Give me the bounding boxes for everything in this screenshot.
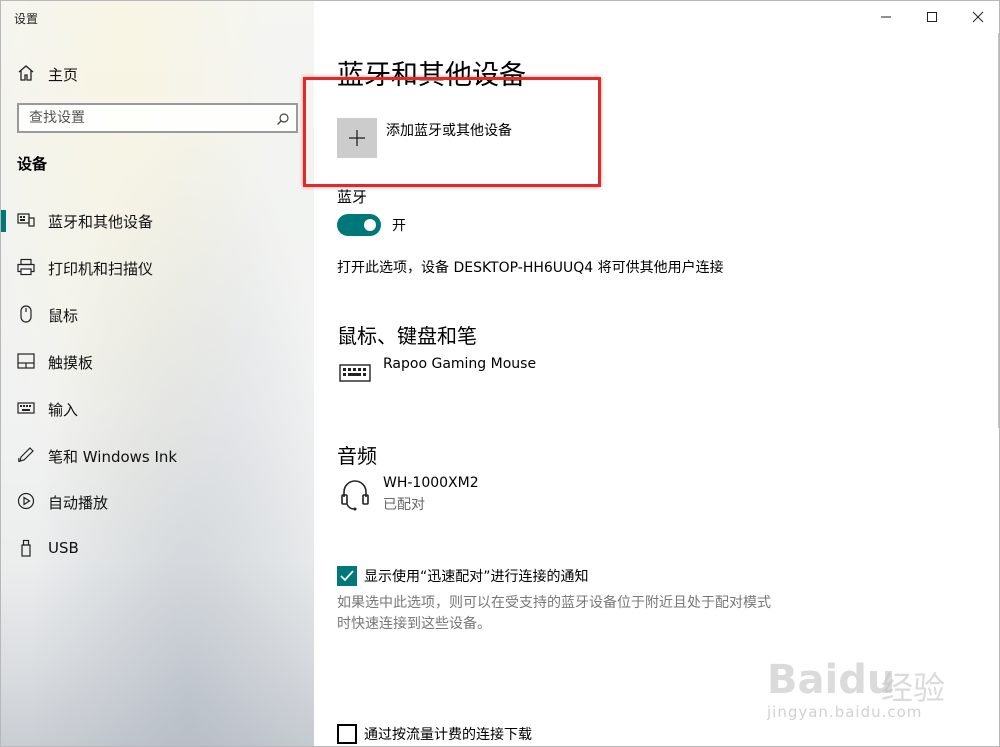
- page-title: 蓝牙和其他设备: [337, 60, 526, 91]
- search-input[interactable]: [19, 105, 269, 131]
- search-icon[interactable]: [276, 111, 290, 125]
- selection-indicator: [1, 210, 6, 232]
- sidebar-item-pen[interactable]: 笔和 Windows Ink: [1, 436, 314, 476]
- sidebar-item-label: 笔和 Windows Ink: [48, 448, 178, 466]
- minimize-button[interactable]: [863, 1, 909, 33]
- sidebar-item-label: 触摸板: [48, 354, 94, 372]
- close-button[interactable]: [955, 1, 999, 33]
- autoplay-icon: [17, 492, 35, 510]
- bluetooth-description: 打开此选项，设备 DESKTOP-HH6UUQ4 将可供其他用户连接: [337, 260, 724, 276]
- close-icon: [972, 11, 984, 23]
- bluetooth-devices-icon: [17, 211, 35, 229]
- pen-icon: [17, 446, 35, 464]
- home-icon: [17, 64, 35, 82]
- settings-window: 设置 主页 设备 蓝牙和其他设备 打印机和扫描仪: [0, 0, 1000, 747]
- section-title: 设备: [17, 155, 48, 173]
- touchpad-icon: [17, 352, 35, 370]
- device-name: Rapoo Gaming Mouse: [383, 356, 537, 372]
- mouse-icon: [17, 305, 35, 323]
- sidebar-item-label: 打印机和扫描仪: [48, 260, 154, 278]
- keyboard-icon: [17, 399, 35, 417]
- bluetooth-toggle[interactable]: [337, 214, 381, 236]
- printer-icon: [17, 258, 35, 276]
- sidebar-item-bluetooth[interactable]: 蓝牙和其他设备: [1, 201, 314, 241]
- sidebar-item-input[interactable]: 输入: [1, 389, 314, 429]
- swift-pair-checkbox[interactable]: [337, 566, 357, 586]
- bluetooth-label: 蓝牙: [337, 188, 368, 206]
- search-box[interactable]: [17, 103, 298, 133]
- home-nav-item[interactable]: 主页: [1, 58, 314, 88]
- swift-pair-label[interactable]: 显示使用“迅速配对”进行连接的通知: [364, 566, 589, 586]
- sidebar-item-mouse[interactable]: 鼠标: [1, 295, 314, 335]
- sidebar-item-usb[interactable]: USB: [1, 529, 314, 569]
- group-title-mouse-keyboard-pen: 鼠标、键盘和笔: [337, 324, 477, 348]
- device-item[interactable]: Rapoo Gaming Mouse: [337, 356, 737, 400]
- main-content: 蓝牙和其他设备 添加蓝牙或其他设备 蓝牙 开 打开此选项，设备 DESKTOP-…: [314, 1, 999, 746]
- sidebar-item-label: 蓝牙和其他设备: [48, 213, 154, 231]
- metered-download-checkbox[interactable]: [337, 724, 357, 744]
- plus-icon: [349, 130, 365, 146]
- sidebar-item-autoplay[interactable]: 自动播放: [1, 482, 314, 522]
- sidebar: 设置 主页 设备 蓝牙和其他设备 打印机和扫描仪: [1, 1, 314, 746]
- window-title: 设置: [14, 12, 39, 26]
- minimize-icon: [881, 16, 891, 18]
- group-title-audio: 音频: [337, 444, 377, 468]
- checkmark-icon: [340, 570, 354, 582]
- maximize-icon: [927, 12, 937, 22]
- device-item[interactable]: WH-1000XM2 已配对: [337, 475, 737, 519]
- device-status: 已配对: [383, 497, 425, 513]
- add-device-label: 添加蓝牙或其他设备: [386, 123, 512, 139]
- sidebar-item-printers[interactable]: 打印机和扫描仪: [1, 248, 314, 288]
- add-device-button[interactable]: 添加蓝牙或其他设备: [337, 115, 637, 159]
- maximize-button[interactable]: [909, 1, 955, 33]
- bluetooth-state: 开: [392, 218, 406, 234]
- sidebar-item-label: 鼠标: [48, 307, 79, 325]
- swift-pair-help: 如果选中此选项，则可以在受支持的蓝牙设备位于附近且处于配对模式时快速连接到这些设…: [337, 595, 771, 632]
- sidebar-item-touchpad[interactable]: 触摸板: [1, 342, 314, 382]
- headset-icon: [337, 475, 373, 511]
- toggle-knob: [364, 219, 376, 231]
- usb-icon: [17, 539, 35, 557]
- metered-download-label[interactable]: 通过按流量计费的连接下载: [364, 724, 532, 744]
- keyboard-icon: [337, 356, 373, 392]
- sidebar-item-label: 输入: [48, 401, 79, 419]
- device-name: WH-1000XM2: [383, 475, 479, 491]
- add-device-tile[interactable]: [337, 118, 377, 158]
- home-label: 主页: [48, 66, 79, 84]
- sidebar-item-label: 自动播放: [48, 494, 109, 512]
- sidebar-item-label: USB: [48, 539, 79, 557]
